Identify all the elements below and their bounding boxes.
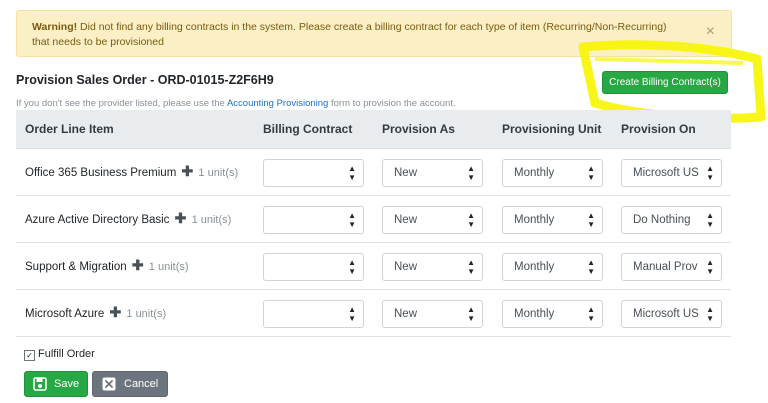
provision-on-select[interactable]: Microsoft US ▲ ▼: [621, 159, 722, 187]
provision-as-select[interactable]: New ▲ ▼: [382, 206, 483, 234]
order-line-item: Support & Migration ✚ 1 unit(s): [25, 257, 189, 274]
item-units: 1 unit(s): [126, 308, 167, 320]
billing-contract-select[interactable]: ▲ ▼: [263, 300, 364, 328]
accounting-provisioning-link[interactable]: Accounting Provisioning: [227, 98, 328, 109]
select-caret-icon: ▲ ▼: [467, 305, 475, 323]
select-caret-icon: ▲ ▼: [348, 258, 356, 276]
table-row: Office 365 Business Premium ✚ 1 unit(s) …: [16, 149, 731, 196]
header-billing-contract: Billing Contract: [263, 122, 353, 136]
select-caret-icon: ▲ ▼: [348, 305, 356, 323]
provision-as-select[interactable]: New ▲ ▼: [382, 159, 483, 187]
close-box-icon: [102, 377, 116, 391]
page-title: Provision Sales Order - ORD-01015-Z2F6H9: [16, 73, 274, 87]
cancel-label: Cancel: [124, 378, 159, 390]
select-caret-icon: ▲ ▼: [467, 211, 475, 229]
header-order-line-item: Order Line Item: [25, 122, 114, 136]
item-name: Support & Migration: [25, 261, 127, 273]
fulfill-order-checkbox[interactable]: ✓ Fulfill Order: [24, 348, 95, 361]
select-value: Microsoft US: [633, 167, 699, 179]
select-value: New: [394, 167, 418, 179]
item-name: Office 365 Business Premium: [25, 167, 177, 179]
warning-alert: Warning! Did not find any billing contra…: [16, 10, 732, 57]
select-caret-icon: ▲ ▼: [587, 211, 595, 229]
table-row: Support & Migration ✚ 1 unit(s) ▲ ▼ New ▲ ▼…: [16, 243, 731, 290]
save-button[interactable]: Save: [24, 371, 88, 397]
select-caret-icon: ▲ ▼: [706, 211, 714, 229]
select-value: Monthly: [514, 167, 555, 179]
select-value: New: [394, 261, 418, 273]
select-value: New: [394, 308, 418, 320]
select-caret-icon: ▲ ▼: [706, 164, 714, 182]
provision-as-select[interactable]: New ▲ ▼: [382, 253, 483, 281]
item-units: 1 unit(s): [191, 214, 232, 226]
checkbox-checked-icon[interactable]: ✓: [24, 350, 35, 361]
select-value: New: [394, 214, 418, 226]
order-line-item: Azure Active Directory Basic ✚ 1 unit(s): [25, 210, 231, 227]
provisioning-unit-select[interactable]: Monthly ▲ ▼: [502, 159, 603, 187]
provision-as-select[interactable]: New ▲ ▼: [382, 300, 483, 328]
alert-message: Did not find any billing contracts in th…: [32, 21, 667, 48]
select-caret-icon: ▲ ▼: [467, 164, 475, 182]
select-caret-icon: ▲ ▼: [706, 258, 714, 276]
select-value: Do Nothing: [633, 214, 691, 226]
header-provision-on: Provision On: [621, 122, 696, 136]
plus-icon[interactable]: ✚: [132, 257, 144, 273]
table-header: Order Line Item Billing Contract Provisi…: [16, 110, 731, 149]
cancel-button[interactable]: Cancel: [92, 371, 168, 397]
select-value: Microsoft US: [633, 308, 699, 320]
header-provisioning-unit: Provisioning Unit: [502, 122, 602, 136]
item-units: 1 unit(s): [148, 261, 189, 273]
order-lines-table: Order Line Item Billing Contract Provisi…: [16, 110, 731, 337]
select-value: Monthly: [514, 308, 555, 320]
floppy-disk-icon: [33, 377, 47, 391]
hint-text-after: form to provision the account.: [328, 98, 456, 109]
select-caret-icon: ▲ ▼: [467, 258, 475, 276]
billing-contract-select[interactable]: ▲ ▼: [263, 253, 364, 281]
plus-icon[interactable]: ✚: [175, 210, 187, 226]
provision-on-select[interactable]: Do Nothing ▲ ▼: [621, 206, 722, 234]
select-caret-icon: ▲ ▼: [348, 164, 356, 182]
table-row: Microsoft Azure ✚ 1 unit(s) ▲ ▼ New ▲ ▼ Mon…: [16, 290, 731, 337]
provision-on-select[interactable]: Microsoft US ▲ ▼: [621, 300, 722, 328]
provider-hint: If you don't see the provider listed, pl…: [16, 98, 456, 109]
order-line-item: Office 365 Business Premium ✚ 1 unit(s): [25, 163, 238, 180]
item-name: Microsoft Azure: [25, 308, 105, 320]
select-caret-icon: ▲ ▼: [587, 305, 595, 323]
select-value: Monthly: [514, 214, 555, 226]
provisioning-unit-select[interactable]: Monthly ▲ ▼: [502, 253, 603, 281]
table-row: Azure Active Directory Basic ✚ 1 unit(s)…: [16, 196, 731, 243]
plus-icon[interactable]: ✚: [109, 304, 121, 320]
select-caret-icon: ▲ ▼: [706, 305, 714, 323]
plus-icon[interactable]: ✚: [181, 163, 193, 179]
fulfill-order-label: Fulfill Order: [38, 348, 95, 360]
select-caret-icon: ▲ ▼: [348, 211, 356, 229]
billing-contract-select[interactable]: ▲ ▼: [263, 206, 364, 234]
select-value: Monthly: [514, 261, 555, 273]
alert-strong: Warning!: [32, 21, 78, 33]
hint-text-before: If you don't see the provider listed, pl…: [16, 98, 227, 109]
provisioning-unit-select[interactable]: Monthly ▲ ▼: [502, 206, 603, 234]
select-caret-icon: ▲ ▼: [587, 258, 595, 276]
save-label: Save: [54, 378, 80, 390]
item-units: 1 unit(s): [198, 167, 239, 179]
item-name: Azure Active Directory Basic: [25, 214, 170, 226]
order-line-item: Microsoft Azure ✚ 1 unit(s): [25, 304, 166, 321]
select-caret-icon: ▲ ▼: [587, 164, 595, 182]
create-billing-contract-button[interactable]: Create Billing Contract(s): [602, 71, 728, 94]
header-provision-as: Provision As: [382, 122, 455, 136]
provision-on-select[interactable]: Manual Prov ▲ ▼: [621, 253, 722, 281]
select-value: Manual Prov: [633, 261, 698, 273]
close-icon[interactable]: ×: [706, 24, 715, 40]
provisioning-unit-select[interactable]: Monthly ▲ ▼: [502, 300, 603, 328]
billing-contract-select[interactable]: ▲ ▼: [263, 159, 364, 187]
